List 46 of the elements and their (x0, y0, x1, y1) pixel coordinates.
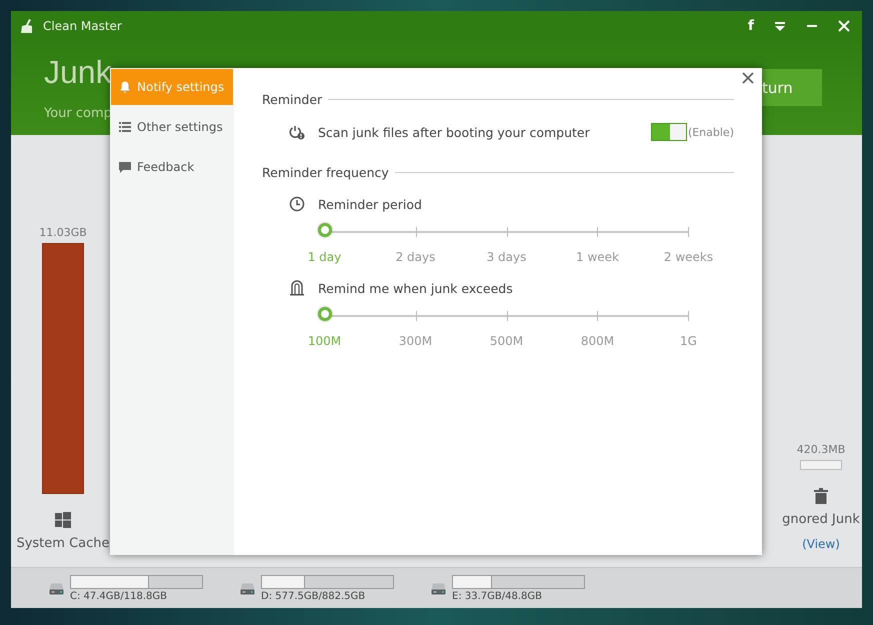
view-link[interactable]: (View) (802, 537, 840, 551)
close-icon[interactable] (742, 72, 754, 84)
slider-option[interactable]: 2 weeks (643, 250, 734, 264)
category-label: System Cache (16, 536, 110, 551)
chat-icon (119, 161, 131, 173)
bell-icon (119, 81, 131, 93)
slider-option[interactable]: 2 days (370, 250, 461, 264)
section-heading: Reminder frequency (262, 165, 389, 180)
headline: Junk (44, 54, 112, 91)
slider-option[interactable]: 800M (552, 334, 643, 348)
size-bar (800, 460, 842, 470)
power-alert-icon (289, 124, 305, 140)
facebook-button[interactable]: f (744, 18, 758, 34)
trash-icon (813, 488, 829, 504)
slider-thumb[interactable] (318, 223, 332, 237)
bin-icon (289, 280, 305, 296)
broom-icon (19, 18, 35, 32)
slider-option[interactable]: 1G (643, 334, 734, 348)
window-title: Clean Master (43, 18, 122, 32)
settings-tab[interactable]: Feedback (111, 149, 233, 185)
size-label: 420.3MB (796, 443, 846, 456)
slider-thumb[interactable] (318, 307, 332, 321)
dropdown-icon[interactable] (774, 20, 786, 32)
toggle-label: (Enable) (688, 126, 734, 138)
slider-option[interactable]: 1 week (552, 250, 643, 264)
section-heading: Reminder (262, 92, 322, 107)
list-icon (119, 121, 131, 133)
slider-label: Reminder period (318, 196, 422, 212)
slider-option[interactable]: 3 days (461, 250, 552, 264)
disk-label: D: 577.5GB/882.5GB (261, 590, 366, 602)
windows-icon (55, 512, 71, 528)
enable-toggle[interactable] (650, 123, 687, 141)
clock-icon (289, 196, 305, 212)
option-label: Scan junk files after booting your computer (318, 124, 590, 140)
disk-label: E: 33.7GB/48.8GB (452, 590, 543, 602)
slider-option[interactable]: 100M (279, 334, 370, 348)
slider-option[interactable]: 500M (461, 334, 552, 348)
slider-option[interactable]: 1 day (279, 250, 370, 264)
slider-option[interactable]: 300M (370, 334, 461, 348)
settings-tab[interactable]: Other settings (111, 109, 233, 145)
settings-tab[interactable]: Notify settings (111, 69, 233, 105)
category-label: gnored Junk (782, 512, 860, 527)
slider-label: Remind me when junk exceeds (318, 280, 513, 296)
disk-label: C: 47.4GB/118.8GB (70, 590, 168, 602)
return-button[interactable]: turn (762, 69, 822, 106)
size-label: 11.03GB (39, 226, 87, 239)
